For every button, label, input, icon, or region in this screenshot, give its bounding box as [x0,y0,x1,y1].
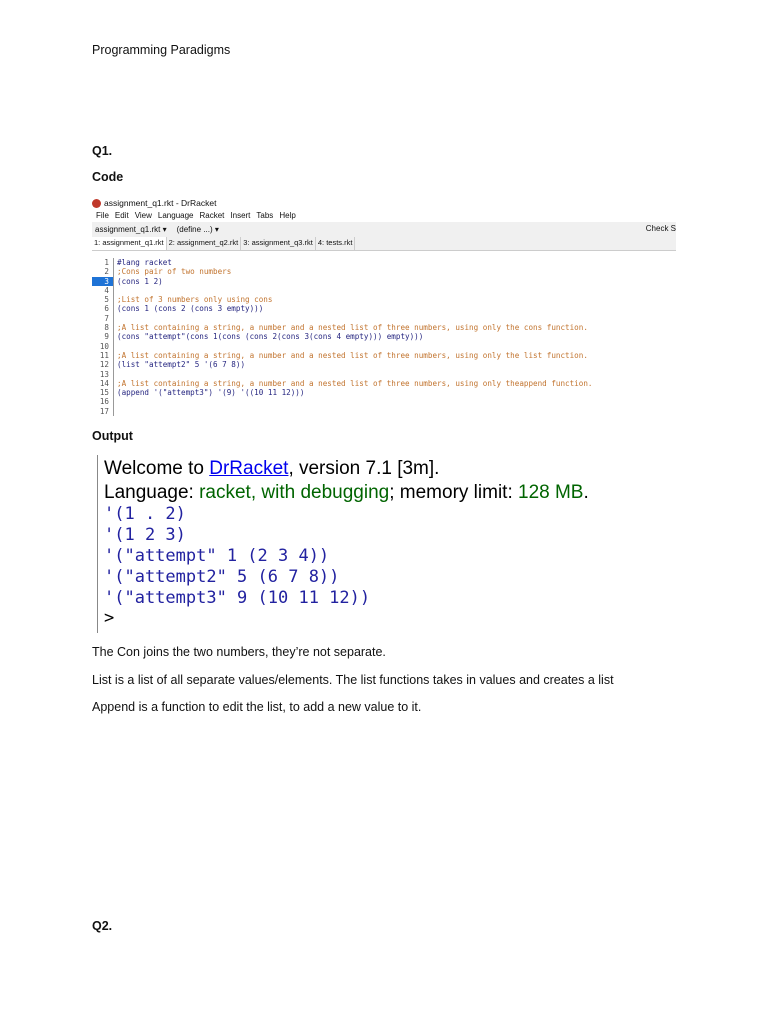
code-text: ;A list containing a string, a number an… [117,350,588,360]
result-line: '(1 2 3) [104,525,186,545]
code-line: 1 #lang racket [92,258,592,268]
output-label: Output [92,429,133,443]
code-text: (cons 1 (cons 2 (cons 3 empty))) [117,304,264,314]
repl-output-screenshot: Welcome to DrRacket, version 7.1 [3m]. L… [92,455,602,635]
menu-racket: Racket [199,211,225,220]
tab-bar: 1: assignment_q1.rkt 2: assignment_q2.rk… [92,237,676,251]
paragraph: Append is a function to edit the list, t… [92,700,422,714]
line-number: 13 [92,369,114,379]
line-number: 7 [92,313,114,324]
check-syntax-button: Check S [645,224,676,233]
code-line: 7 [92,313,592,324]
code-text: (list "attempt2" 5 '(6 7 8)) [117,360,246,370]
line-number: 15 [92,388,114,398]
code-line: 16 [92,397,592,407]
line-number: 9 [92,332,114,342]
language-value: racket, with debugging [199,482,390,503]
code-text: (append '("attempt3") '(9) '((10 11 12))… [117,388,305,398]
window-title: assignment_q1.rkt - DrRacket [92,198,216,208]
line-number: 6 [92,304,114,314]
paragraph: The Con joins the two numbers, they’re n… [92,645,386,659]
document-page: Programming Paradigms Q1. Code assignmen… [0,0,768,1024]
line-number: 2 [92,267,114,277]
version-text: , version 7.1 [3m]. [288,458,440,479]
code-line: 5 ;List of 3 numbers only using cons [92,295,592,305]
code-text: ;List of 3 numbers only using cons [117,295,273,305]
result-line: '("attempt2" 5 (6 7 8)) [104,567,340,587]
tab-tests: 4: tests.rkt [316,237,356,250]
welcome-text: Welcome to [104,458,210,479]
tab-assignment-q1: 1: assignment_q1.rkt [92,237,167,250]
menu-bar: File Edit View Language Racket Insert Ta… [96,211,296,220]
period: . [583,482,589,503]
question-1-heading: Q1. [92,144,113,158]
code-line: 15 (append '("attempt3") '(9) '((10 11 12… [92,388,592,398]
memory-value: 128 MB [518,482,584,503]
line-number: 5 [92,295,114,305]
racket-logo-icon [92,198,101,208]
code-line: 4 [92,285,592,296]
code-text: (cons "attempt"(cons 1(cons (cons 2(cons… [117,332,424,342]
menu-language: Language [157,211,194,220]
line-number: 11 [92,350,114,361]
line-number: 1 [92,258,114,268]
tab-assignment-q3: 3: assignment_q3.rkt [241,237,316,250]
code-text: ;A list containing a string, a number an… [117,323,588,333]
code-line: 12 (list "attempt2" 5 '(6 7 8)) [92,360,592,370]
question-2-heading: Q2. [92,919,113,933]
line-number: 14 [92,378,114,389]
toolbar: assignment_q1.rkt ▾ (define ...) ▾ [92,222,676,237]
line-number: 10 [92,341,114,351]
code-line: 9 (cons "attempt"(cons 1(cons (cons 2(con… [92,332,592,342]
code-text: #lang racket [117,258,172,267]
drracket-screenshot: assignment_q1.rkt - DrRacket File Edit V… [92,197,676,418]
code-label: Code [92,170,124,184]
line-number: 8 [92,323,114,333]
line-number: 12 [92,360,114,370]
menu-help: Help [279,211,296,220]
menu-edit: Edit [114,211,129,220]
code-line: 3 (cons 1 2) [92,276,592,286]
code-line: 14 ;A list containing a string, a number … [92,378,593,389]
menu-view: View [134,211,152,220]
line-number: 3 [92,276,114,286]
repl-prompt: > [104,608,115,628]
result-line: '("attempt" 1 (2 3 4)) [104,546,330,566]
memory-label: ; memory limit: [389,482,518,503]
code-text: ;A list containing a string, a number an… [117,378,593,388]
code-line: 8 ;A list containing a string, a number a… [92,323,592,333]
menu-insert: Insert [230,211,251,220]
code-line: 10 [92,341,592,351]
result-line: '("attempt3" 9 (10 11 12)) [104,588,371,608]
result-line: '(1 . 2) [104,504,186,524]
code-line: 17 [92,406,592,417]
window-title-text: assignment_q1.rkt - DrRacket [104,198,217,208]
define-dropdown: (define ...) ▾ [176,225,219,234]
page-header: Programming Paradigms [92,43,231,57]
code-editor: 1 #lang racket 2 ;Cons pair of two numbers 3… [92,258,593,417]
file-dropdown: assignment_q1.rkt ▾ [95,225,167,234]
line-number: 16 [92,397,114,407]
line-number: 17 [92,406,114,417]
code-text: ;Cons pair of two numbers [117,267,232,277]
paragraph: List is a list of all separate values/el… [92,673,614,687]
line-number: 4 [92,285,114,296]
menu-tabs: Tabs [256,211,274,220]
code-line: 11 ;A list containing a string, a number … [92,350,592,361]
repl-border [97,455,98,633]
language-label: Language: [104,482,200,503]
language-line: Language: racket, with debugging; memory… [104,482,589,504]
code-line: 2 ;Cons pair of two numbers [92,267,592,277]
tab-assignment-q2: 2: assignment_q2.rkt [167,237,242,250]
menu-file: File [96,211,109,220]
welcome-line: Welcome to DrRacket, version 7.1 [3m]. [104,458,439,480]
code-line: 6 (cons 1 (cons 2 (cons 3 empty))) [92,304,592,314]
code-text: (cons 1 2) [117,276,163,286]
drracket-link: DrRacket [209,458,289,479]
code-line: 13 [92,369,592,379]
